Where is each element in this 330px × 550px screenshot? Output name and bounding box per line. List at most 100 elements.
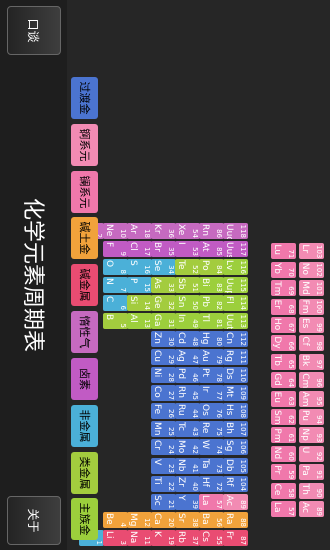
element-au[interactable]: 79 Au <box>199 349 224 365</box>
element-at[interactable]: 85 At <box>199 241 224 257</box>
element-rn[interactable]: 86 Rn <box>199 223 224 239</box>
element-ac[interactable]: 89 Ac <box>223 494 248 510</box>
element-fm[interactable]: 100 Fm <box>299 298 324 315</box>
element-mt[interactable]: 109 Mt <box>223 385 248 401</box>
element-as[interactable]: 33 As <box>151 277 176 293</box>
element-cr[interactable]: 24 Cr <box>151 439 176 455</box>
element-sb[interactable]: 51 Sb <box>175 277 200 293</box>
element-la[interactable]: 57 La <box>199 494 224 510</box>
element-br[interactable]: 35 Br <box>151 241 176 257</box>
element-rg[interactable]: 111 Rg <box>223 349 248 365</box>
element-rh[interactable]: 45 Rh <box>175 385 200 401</box>
element-uup[interactable]: 115 Uup <box>223 277 248 293</box>
element-md[interactable]: 101 Md <box>299 280 324 297</box>
element-ni[interactable]: 28 Ni <box>151 367 176 383</box>
element-db[interactable]: 105 Db <box>223 458 248 474</box>
element-f[interactable]: 9F <box>103 241 128 257</box>
element-hs[interactable]: 108 Hs <box>223 403 248 419</box>
element-sm[interactable]: 62 Sm <box>271 409 296 425</box>
element-pm[interactable]: 61 Pm <box>271 427 296 444</box>
element-fr[interactable]: 87 Fr <box>223 530 248 546</box>
element-na[interactable]: 11 Na <box>127 530 152 546</box>
element-es[interactable]: 99 Es <box>299 317 324 333</box>
back-button[interactable]: 口谈 <box>7 6 61 55</box>
legend-item[interactable]: 镧系元素 <box>71 171 98 213</box>
element-la[interactable]: 57 La <box>271 501 296 517</box>
element-te[interactable]: 52 Te <box>175 259 200 275</box>
element-mg[interactable]: 12 Mg <box>127 512 152 528</box>
element-cn[interactable]: 112 Cn <box>223 331 248 347</box>
element-pd[interactable]: 46 Pd <box>175 367 200 383</box>
legend-item[interactable]: 锕系元素 <box>71 124 98 166</box>
element-s[interactable]: 16 S <box>127 259 152 275</box>
element-ti[interactable]: 22 Ti <box>151 476 176 492</box>
element-dy[interactable]: 66 Dy <box>271 335 296 352</box>
element-zn[interactable]: 30 Zn <box>151 331 176 347</box>
element-si[interactable]: 14 Si <box>127 295 152 311</box>
element-y[interactable]: 39 Y <box>175 494 200 510</box>
legend-item[interactable]: 碱土金属 <box>71 217 98 259</box>
element-pr[interactable]: 59 Pr <box>271 464 296 481</box>
element-bi[interactable]: 83 Bi <box>199 277 224 293</box>
element-tl[interactable]: 81 Tl <box>199 313 224 329</box>
element-be[interactable]: 4 Be <box>103 512 128 528</box>
element-p[interactable]: 15 P <box>127 277 152 293</box>
element-np[interactable]: 93 Np <box>299 427 324 444</box>
element-rf[interactable]: 104 Rf <box>223 476 248 492</box>
element-n[interactable]: 7N <box>103 277 128 293</box>
element-sc[interactable]: 21 Sc <box>151 494 176 510</box>
legend-item[interactable]: 过渡金属 <box>71 77 98 119</box>
element-cf[interactable]: 98 Cf <box>299 335 324 352</box>
element-ar[interactable]: 18 Ar <box>127 223 152 239</box>
element-pt[interactable]: 78 Pt <box>199 367 224 383</box>
legend-item[interactable]: 主族金属 <box>71 498 98 540</box>
element-sn[interactable]: 50 Sn <box>175 295 200 311</box>
element-li[interactable]: 3 Li <box>103 530 128 546</box>
element-no[interactable]: 102 No <box>299 261 324 278</box>
element-th[interactable]: 90 Th <box>299 482 324 499</box>
element-tb[interactable]: 65 Tb <box>271 353 296 370</box>
element-zr[interactable]: 40 Zr <box>175 476 200 492</box>
element-i[interactable]: 53 I <box>175 241 200 257</box>
element-gd[interactable]: 64 Gd <box>271 372 296 389</box>
element-bh[interactable]: 107 Bh <box>223 421 248 437</box>
element-se[interactable]: 34 Se <box>151 259 176 275</box>
element-co[interactable]: 27 Co <box>151 385 176 401</box>
element-ce[interactable]: 58 Ce <box>271 482 296 499</box>
element-am[interactable]: 95 Am <box>299 390 324 407</box>
element-k[interactable]: 19 K <box>151 530 176 546</box>
legend-item[interactable]: 碱金属 <box>71 264 98 306</box>
element-w[interactable]: 74 W <box>199 439 224 455</box>
element-al[interactable]: 13 Al <box>127 313 152 329</box>
element-mo[interactable]: 42 Mo <box>175 439 200 455</box>
about-button[interactable]: 关于 <box>7 496 61 545</box>
element-tc[interactable]: 43 Tc <box>175 421 200 437</box>
element-ba[interactable]: 56 Ba <box>199 512 224 528</box>
element-xe[interactable]: 54 Xe <box>175 223 200 239</box>
element-ac[interactable]: 89 Ac <box>299 501 324 517</box>
element-cl[interactable]: 17 Cl <box>127 241 152 257</box>
element-o[interactable]: 8O <box>103 259 128 275</box>
element-re[interactable]: 75 Re <box>199 421 224 437</box>
element-ho[interactable]: 67 Ho <box>271 317 296 333</box>
element-ra[interactable]: 88 Ra <box>223 512 248 528</box>
element-b[interactable]: 5B <box>103 313 128 329</box>
element-uuo[interactable]: 118 Uuo <box>223 223 248 239</box>
element-sr[interactable]: 38 Sr <box>175 512 200 528</box>
element-pu[interactable]: 94 Pu <box>299 409 324 425</box>
element-ta[interactable]: 73 Ta <box>199 458 224 474</box>
element-tm[interactable]: 69 Tm <box>271 280 296 297</box>
element-lr[interactable]: 103 Lr <box>299 243 324 260</box>
element-nb[interactable]: 41 Nb <box>175 458 200 474</box>
element-po[interactable]: 84 Po <box>199 259 224 275</box>
element-ag[interactable]: 47 Ag <box>175 349 200 365</box>
element-fe[interactable]: 26 Fe <box>151 403 176 419</box>
element-os[interactable]: 76 Os <box>199 403 224 419</box>
element-yb[interactable]: 70 Yb <box>271 261 296 278</box>
element-u[interactable]: 92 U <box>299 445 324 462</box>
element-fl[interactable]: 114 Fl <box>223 295 248 311</box>
element-uus[interactable]: 117 Uus <box>223 241 248 257</box>
element-lv[interactable]: 116 Lv <box>223 259 248 275</box>
element-kr[interactable]: 36 Kr <box>151 223 176 239</box>
element-c[interactable]: 6C <box>103 295 128 311</box>
